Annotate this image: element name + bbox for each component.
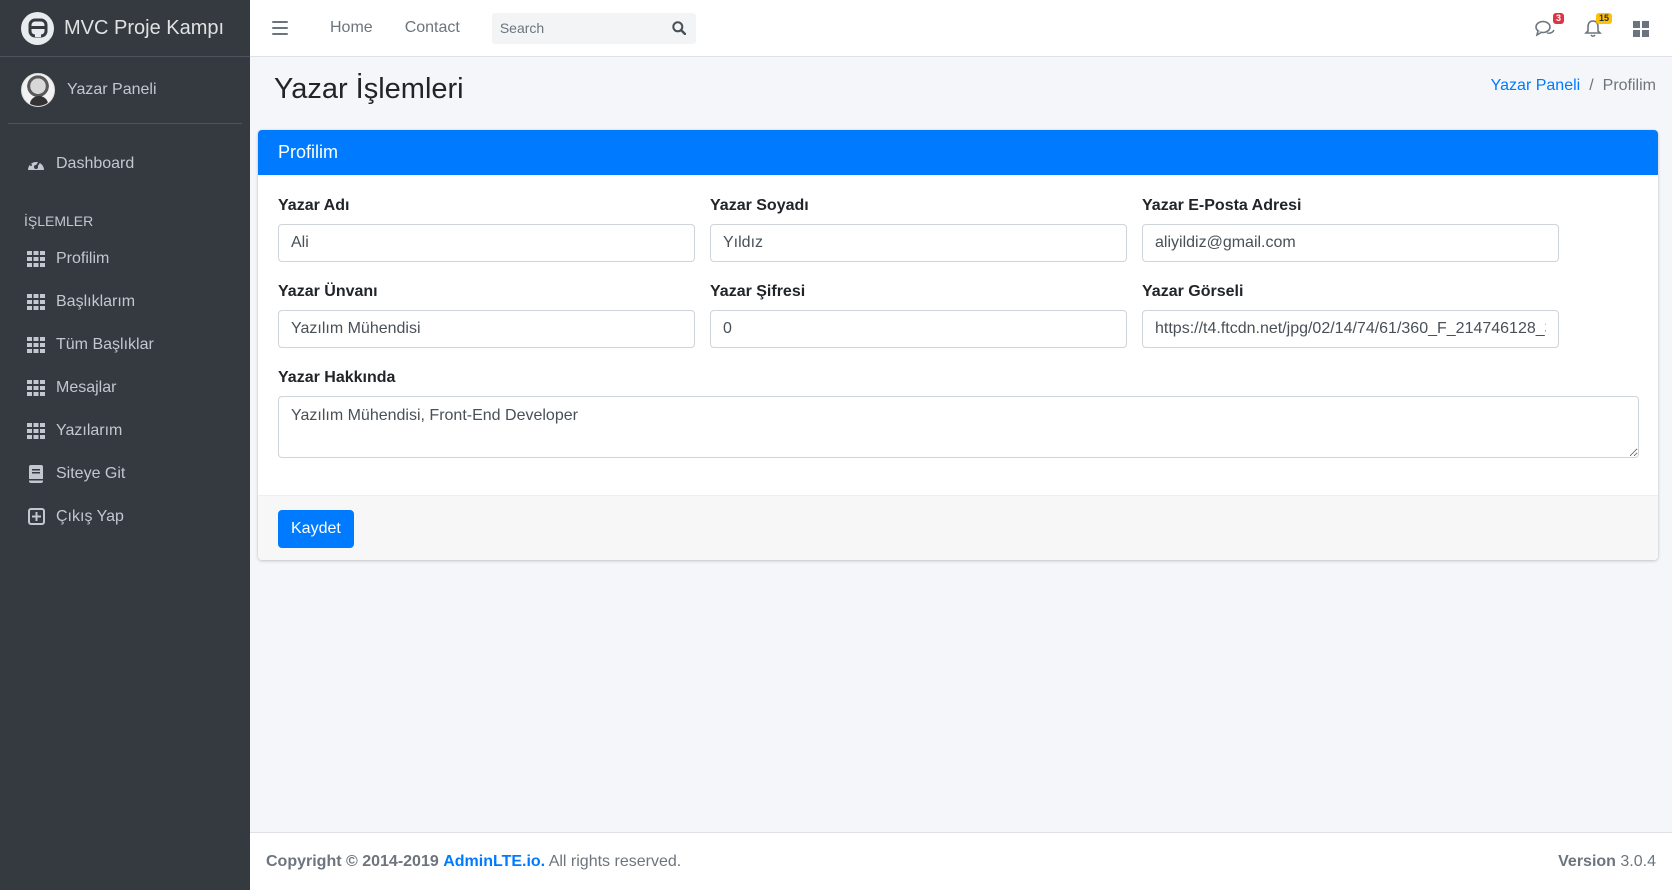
version: Version 3.0.4 <box>1558 853 1656 871</box>
sidebar-item-siteye-git[interactable]: Siteye Git <box>8 452 242 495</box>
last-name-label: Yazar Soyadı <box>710 197 809 214</box>
rights-text: All rights reserved. <box>548 852 682 870</box>
sidebar-item-yazilarim[interactable]: Yazılarım <box>8 409 242 452</box>
image-label: Yazar Görseli <box>1142 283 1244 300</box>
messages-icon[interactable]: 3 <box>1534 12 1564 40</box>
grid-icon <box>26 335 46 355</box>
grid-icon <box>26 249 46 269</box>
book-icon <box>26 464 46 484</box>
copyright-text: Copyright © 2014-2019 <box>266 852 439 870</box>
sidebar-nav: Dashboard İŞLEMLER Profilim Başlıklarım … <box>0 124 250 538</box>
sidebar-item-basliklarim[interactable]: Başlıklarım <box>8 280 242 323</box>
sidebar-item-mesajlar[interactable]: Mesajlar <box>8 366 242 409</box>
profile-form: Yazar Adı Yazar Soyadı Yazar E-Posta Adr… <box>258 175 1658 495</box>
nav-link-home[interactable]: Home <box>330 19 373 37</box>
content-header: Yazar İşlemleri Yazar Paneli / Profilim <box>250 57 1672 130</box>
title-field[interactable] <box>278 310 695 348</box>
search-icon[interactable] <box>662 13 696 44</box>
adminlte-link[interactable]: AdminLTE.io. <box>443 853 545 870</box>
first-name-label: Yazar Adı <box>278 197 350 214</box>
sidebar-item-profilim[interactable]: Profilim <box>8 237 242 280</box>
title-label: Yazar Ünvanı <box>278 283 378 300</box>
about-textarea[interactable]: Yazılım Mühendisi, Front-End Developer <box>278 396 1639 458</box>
breadcrumb-separator: / <box>1589 77 1594 94</box>
notifications-badge: 15 <box>1595 12 1612 24</box>
user-name: Yazar Paneli <box>67 81 157 98</box>
grid-icon <box>26 378 46 398</box>
plus-square-icon <box>26 507 46 527</box>
sidebar-item-label: Profilim <box>56 249 110 267</box>
password-label: Yazar Şifresi <box>710 283 806 300</box>
brand-logo-icon <box>21 11 54 45</box>
card-footer: Kaydet <box>258 495 1658 560</box>
page-footer: Copyright © 2014-2019 AdminLTE.io. All r… <box>250 832 1672 890</box>
sidebar: MVC Proje Kampı Yazar Paneli Dashboard İ… <box>0 0 250 890</box>
sidebar-item-cikis-yap[interactable]: Çıkış Yap <box>8 495 242 538</box>
sidebar-item-label: Başlıklarım <box>56 292 136 310</box>
breadcrumb-link-parent[interactable]: Yazar Paneli <box>1491 77 1581 95</box>
nav-section-header: İŞLEMLER <box>24 213 94 229</box>
sidebar-item-label: Siteye Git <box>56 464 126 482</box>
sidebar-item-label: Dashboard <box>56 154 135 172</box>
profile-card: Profilim Yazar Adı Yazar Soyadı Yazar E-… <box>258 130 1658 560</box>
page-title: Yazar İşlemleri <box>274 73 464 105</box>
sidebar-item-label: Çıkış Yap <box>56 507 124 525</box>
sidebar-item-label: Yazılarım <box>56 421 123 439</box>
version-number: 3.0.4 <box>1620 852 1656 870</box>
apps-grid-icon[interactable] <box>1630 18 1652 40</box>
messages-badge: 3 <box>1552 12 1564 24</box>
search-box <box>491 12 696 44</box>
version-label: Version <box>1558 852 1616 870</box>
navbar-right: 3 15 <box>1508 0 1652 57</box>
breadcrumb-current: Profilim <box>1602 77 1656 94</box>
brand-link[interactable]: MVC Proje Kampı <box>0 0 250 57</box>
grid-icon <box>26 421 46 441</box>
menu-toggle-icon[interactable] <box>272 21 288 35</box>
save-button[interactable]: Kaydet <box>278 510 354 548</box>
sidebar-item-tum-basliklar[interactable]: Tüm Başlıklar <box>8 323 242 366</box>
nav-link-contact[interactable]: Contact <box>405 19 460 37</box>
user-panel[interactable]: Yazar Paneli <box>8 57 242 124</box>
password-field[interactable] <box>710 310 1127 348</box>
first-name-field[interactable] <box>278 224 695 262</box>
top-navbar: Home Contact 3 15 <box>250 0 1672 57</box>
card-title: Profilim <box>258 130 1658 175</box>
last-name-field[interactable] <box>710 224 1127 262</box>
tachometer-icon <box>26 154 46 174</box>
grid-icon <box>26 292 46 312</box>
search-input[interactable] <box>491 12 662 44</box>
image-url-field[interactable] <box>1142 310 1559 348</box>
sidebar-item-label: Mesajlar <box>56 378 117 396</box>
copyright: Copyright © 2014-2019 AdminLTE.io. All r… <box>266 853 681 871</box>
sidebar-item-label: Tüm Başlıklar <box>56 335 154 353</box>
bell-icon[interactable]: 15 <box>1582 12 1612 40</box>
breadcrumb: Yazar Paneli / Profilim <box>1491 77 1656 95</box>
about-label: Yazar Hakkında <box>278 369 396 386</box>
brand-name: MVC Proje Kampı <box>64 16 225 39</box>
email-field[interactable] <box>1142 224 1559 262</box>
email-label: Yazar E-Posta Adresi <box>1142 197 1302 214</box>
user-avatar <box>21 73 55 107</box>
sidebar-item-dashboard[interactable]: Dashboard <box>8 142 242 185</box>
